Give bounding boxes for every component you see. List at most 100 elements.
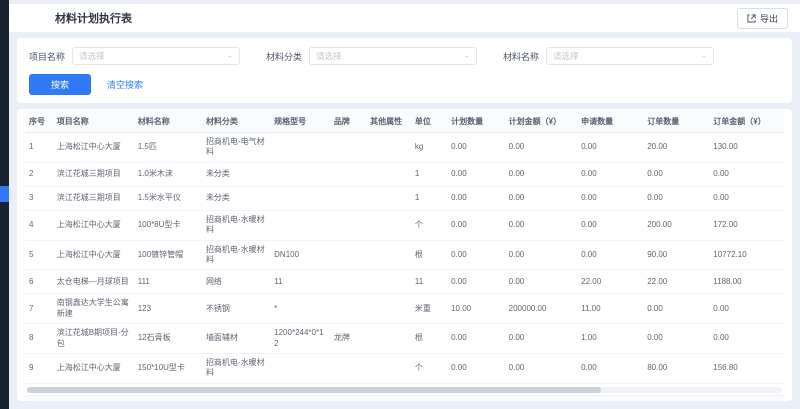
table-cell: 上海松江中心大厦 — [53, 353, 134, 383]
table-cell — [330, 162, 366, 186]
table-cell: 2 — [25, 162, 53, 186]
column-header: 其他属性 — [366, 111, 411, 133]
table-cell: 130.00 — [709, 133, 784, 163]
column-header: 订单数量 — [643, 111, 709, 133]
table-cell — [270, 133, 330, 163]
table-cell: 1.5匹 — [134, 133, 202, 163]
table-cell — [270, 210, 330, 240]
table-row[interactable]: 6太仓电梯—月球项目111网络11110.000.0022.0022.00118… — [25, 270, 784, 294]
table-cell: 0.00 — [709, 186, 784, 210]
table-cell: 招商机电-电气材料 — [202, 133, 270, 163]
table-cell: 滨江花城三期项目 — [53, 186, 134, 210]
sidebar-active-indicator[interactable] — [0, 186, 9, 202]
table-row[interactable]: 5上海松江中心大厦100镀锌管帽招商机电-水暖材料DN100根0.000.000… — [25, 240, 784, 270]
filter-field-material-name: 材料名称请选择⌄ — [503, 47, 714, 65]
sidebar-rail[interactable] — [0, 0, 9, 409]
table-cell: 米重 — [411, 294, 447, 324]
table-row[interactable]: 9上海松江中心大厦150*10U型卡招商机电-水暖材料个0.000.000.00… — [25, 353, 784, 383]
summary-row: 合计 计划总金额（¥）：354,568,213.58订单总金额（¥）：1,050… — [25, 395, 784, 401]
table-cell: 网络 — [202, 270, 270, 294]
table-cell: * — [270, 294, 330, 324]
horizontal-scrollbar[interactable] — [27, 387, 782, 393]
table-cell: 太仓电梯—月球项目 — [53, 270, 134, 294]
search-button[interactable]: 搜索 — [29, 74, 91, 95]
table-cell: 0.00 — [505, 353, 577, 383]
table-row[interactable]: 1上海松江中心大厦1.5匹招商机电-电气材料kg0.000.000.0020.0… — [25, 133, 784, 163]
table-cell: 0.00 — [643, 324, 709, 354]
table-row[interactable]: 2滨江花城三期项目1.0米木沫未分类10.000.000.000.000.00 — [25, 162, 784, 186]
filter-row: 项目名称请选择⌄材料分类请选择⌄材料名称请选择⌄ — [29, 47, 780, 65]
table-cell: 1.5米水平仪 — [134, 186, 202, 210]
table-cell — [366, 240, 411, 270]
table-cell: 招商机电-水暖材料 — [202, 210, 270, 240]
table-cell: 80.00 — [643, 353, 709, 383]
table-cell: 南钢鑫达大学生公寓新建 — [53, 294, 134, 324]
table-cell: 墙面辅材 — [202, 324, 270, 354]
table-cell: 1.0米木沫 — [134, 162, 202, 186]
filter-label-project-name: 项目名称 — [29, 50, 65, 63]
table-cell: 0.00 — [447, 324, 505, 354]
table-cell: DN100 — [270, 240, 330, 270]
filter-card: 项目名称请选择⌄材料分类请选择⌄材料名称请选择⌄ 搜索 清空搜索 — [17, 38, 792, 103]
column-header: 品牌 — [330, 111, 366, 133]
select-placeholder: 请选择 — [553, 50, 579, 62]
table-cell: 0.00 — [505, 186, 577, 210]
table-cell: 龙牌 — [330, 324, 366, 354]
table-cell: 0.00 — [643, 294, 709, 324]
column-header: 材料分类 — [202, 111, 270, 133]
column-header: 单位 — [411, 111, 447, 133]
table-cell — [366, 294, 411, 324]
table-cell: 上海松江中心大厦 — [53, 133, 134, 163]
scrollbar-thumb[interactable] — [27, 387, 601, 393]
table-cell — [366, 186, 411, 210]
column-header: 序号 — [25, 111, 53, 133]
table-cell: 156.80 — [709, 353, 784, 383]
table-cell: 6 — [25, 270, 53, 294]
table-cell — [330, 240, 366, 270]
table-cell: 0.00 — [505, 133, 577, 163]
table-cell: 5 — [25, 240, 53, 270]
table-cell: 根 — [411, 240, 447, 270]
column-header: 规格型号 — [270, 111, 330, 133]
table-cell — [366, 353, 411, 383]
table-cell: 4 — [25, 210, 53, 240]
table-row[interactable]: 7南钢鑫达大学生公寓新建123不锈钢*米重10.00200000.0011.00… — [25, 294, 784, 324]
table-cell: 1 — [411, 162, 447, 186]
table-cell: 招商机电-水暖材料 — [202, 353, 270, 383]
table-cell — [330, 270, 366, 294]
filter-actions: 搜索 清空搜索 — [29, 74, 780, 95]
table-row[interactable]: 4上海松江中心大厦100*8U型卡招商机电-水暖材料个0.000.000.002… — [25, 210, 784, 240]
table-cell: 个 — [411, 210, 447, 240]
table-cell: 11.00 — [577, 294, 643, 324]
table-cell — [330, 294, 366, 324]
table-cell — [366, 270, 411, 294]
material-category-select[interactable]: 请选择⌄ — [309, 47, 477, 65]
table-cell: 172.00 — [709, 210, 784, 240]
table-cell: 1200*244*0*12 — [270, 324, 330, 354]
table-cell: 9 — [25, 353, 53, 383]
table-cell: 20.00 — [643, 133, 709, 163]
project-name-select[interactable]: 请选择⌄ — [72, 47, 240, 65]
table-cell: 1 — [25, 133, 53, 163]
table-cell — [330, 210, 366, 240]
table-cell: 0.00 — [577, 210, 643, 240]
table-row[interactable]: 8滨江花城B期项目-分包12石膏板墙面辅材1200*244*0*12龙牌根0.0… — [25, 324, 784, 354]
table-cell: 个 — [411, 353, 447, 383]
table-cell: 0.00 — [505, 270, 577, 294]
table-cell: 不锈钢 — [202, 294, 270, 324]
export-button[interactable]: 导出 — [737, 8, 788, 29]
table-cell: 滨江花城B期项目-分包 — [53, 324, 134, 354]
table-row[interactable]: 3滨江花城三期项目1.5米水平仪未分类10.000.000.000.000.00 — [25, 186, 784, 210]
table-cell: 11 — [270, 270, 330, 294]
table-cell: kg — [411, 133, 447, 163]
column-header: 计划金额（¥） — [505, 111, 577, 133]
column-header: 材料名称 — [134, 111, 202, 133]
table-cell: 100*8U型卡 — [134, 210, 202, 240]
table-cell: 200000.00 — [505, 294, 577, 324]
clear-search-link[interactable]: 清空搜索 — [107, 78, 143, 91]
material-name-select[interactable]: 请选择⌄ — [546, 47, 714, 65]
table-cell: 22.00 — [643, 270, 709, 294]
table-cell: 0.00 — [709, 294, 784, 324]
table-cell: 未分类 — [202, 186, 270, 210]
table-cell: 0.00 — [643, 162, 709, 186]
